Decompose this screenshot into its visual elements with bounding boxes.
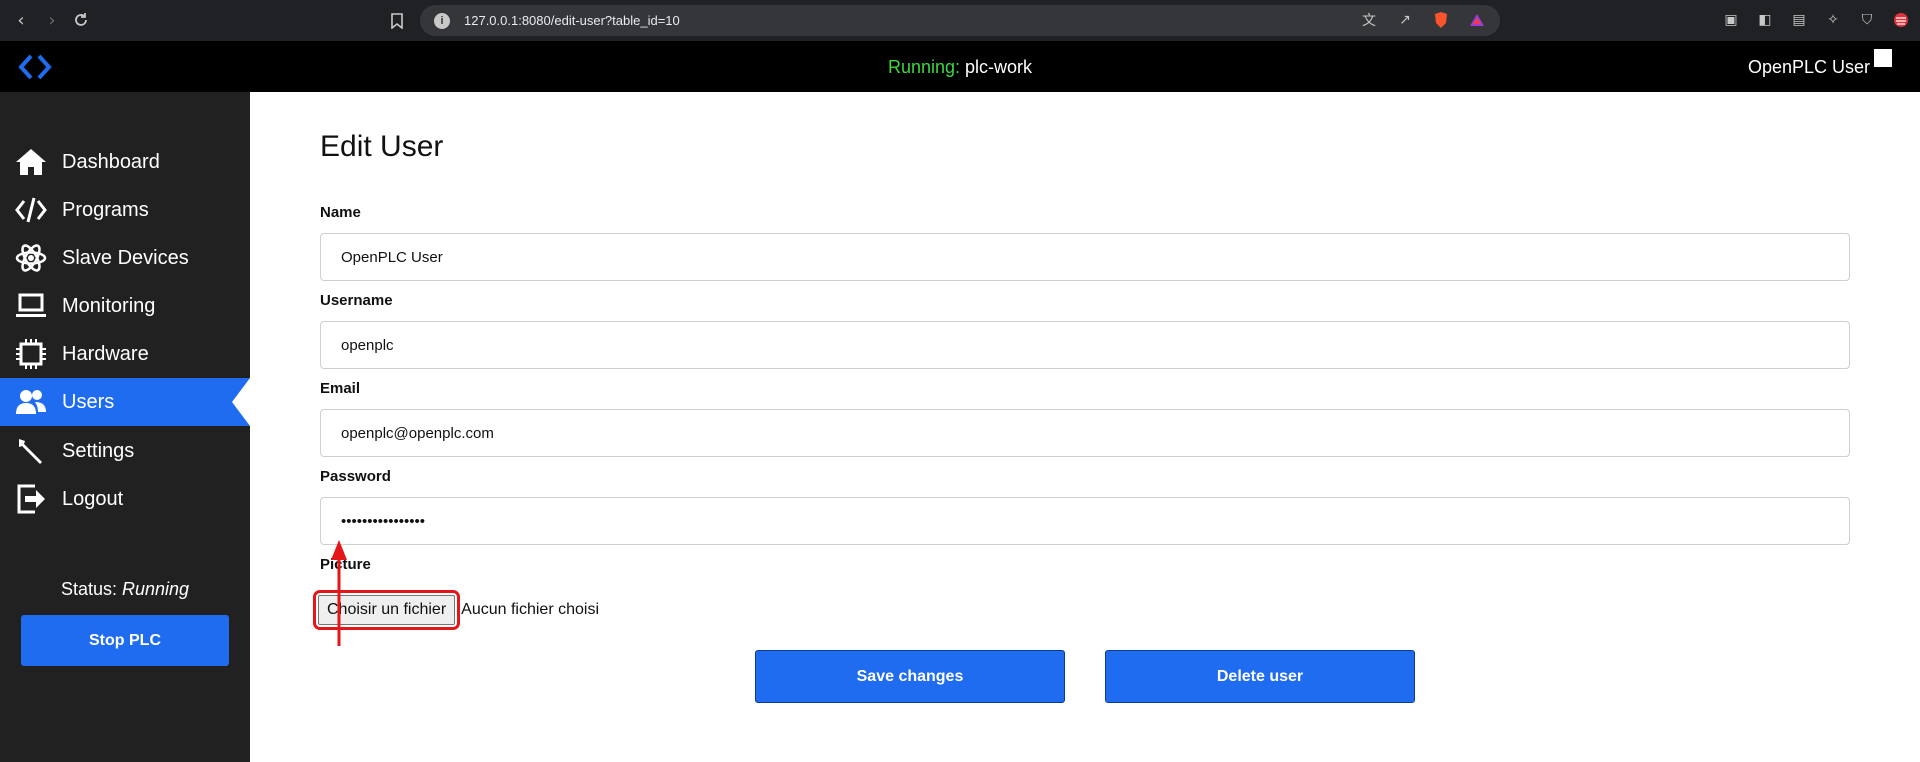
main-content: Edit User Name Username Email Password P… [250, 92, 1920, 762]
chip-icon [15, 338, 47, 370]
email-label: Email [320, 380, 361, 397]
reload-icon[interactable] [70, 9, 92, 31]
page-title: Edit User [320, 130, 444, 163]
file-status-text: Aucun fichier choisi [461, 601, 599, 618]
username-label: Username [320, 292, 393, 309]
wallet-icon[interactable]: ▤ [1790, 11, 1808, 29]
save-changes-button[interactable]: Save changes [755, 650, 1065, 703]
code-icon [15, 194, 47, 226]
bookmark-icon[interactable] [386, 10, 408, 32]
sidebar: Dashboard Programs Slave Devices Monitor… [0, 92, 250, 762]
password-label: Password [320, 468, 391, 485]
sidebar-item-label: Hardware [62, 342, 149, 365]
sidebar-icon[interactable]: ◧ [1756, 11, 1774, 29]
back-icon[interactable]: ‹ [10, 9, 32, 31]
annotation-arrow-icon [331, 540, 347, 646]
sidebar-item-programs[interactable]: Programs [0, 186, 250, 234]
plc-status: Status: Running [0, 579, 250, 600]
run-label: Running: [887, 57, 961, 77]
vpn-shield-icon[interactable]: ⛉ [1858, 11, 1876, 29]
status-label: Status: [60, 579, 117, 599]
wrench-icon [15, 435, 47, 467]
active-indicator [232, 378, 250, 426]
sidebar-item-label: Programs [62, 198, 149, 221]
brave-shield-icon[interactable] [1432, 11, 1450, 29]
stop-plc-button[interactable]: Stop PLC [21, 615, 229, 666]
share-icon[interactable]: ↗ [1396, 11, 1414, 29]
reader-mode-icon[interactable]: ▣ [1722, 11, 1740, 29]
delete-user-button[interactable]: Delete user [1105, 650, 1415, 703]
users-icon [15, 386, 47, 418]
extension-icon[interactable] [1892, 11, 1910, 29]
sidebar-item-dashboard[interactable]: Dashboard [0, 138, 250, 186]
rewards-icon[interactable] [1468, 11, 1486, 29]
sidebar-item-logout[interactable]: Logout [0, 475, 250, 523]
site-info-icon[interactable]: i [434, 12, 450, 29]
forward-icon[interactable]: › [41, 9, 63, 31]
sidebar-item-slave-devices[interactable]: Slave Devices [0, 234, 250, 282]
sidebar-item-label: Dashboard [62, 150, 160, 173]
laptop-icon [15, 290, 47, 322]
user-avatar-icon[interactable] [1874, 49, 1892, 67]
sidebar-item-label: Settings [62, 439, 135, 462]
sidebar-item-label: Slave Devices [62, 246, 189, 269]
picture-file-input: Choisir un fichier Aucun fichier choisi [312, 590, 599, 630]
atom-icon [15, 242, 47, 274]
address-bar[interactable]: i 127.0.0.1:8080/edit-user?table_id=10 文… [420, 5, 1500, 36]
sidebar-item-users[interactable]: Users [0, 378, 250, 426]
sidebar-item-label: Logout [62, 487, 124, 510]
sidebar-item-monitoring[interactable]: Monitoring [0, 282, 250, 330]
sidebar-item-label: Users [62, 390, 115, 413]
home-icon [15, 146, 47, 178]
browser-toolbar: ‹ › i 127.0.0.1:8080/edit-user?table_id=… [0, 0, 1920, 41]
status-value: Running [121, 579, 190, 599]
password-field[interactable] [320, 497, 1850, 545]
sidebar-item-settings[interactable]: Settings [0, 427, 250, 475]
sidebar-item-label: Monitoring [62, 294, 156, 317]
name-label: Name [320, 204, 361, 221]
translate-icon[interactable]: 文 [1360, 11, 1378, 29]
current-user-name[interactable]: OpenPLC User [1748, 57, 1870, 78]
name-field[interactable] [320, 233, 1850, 281]
leo-ai-icon[interactable]: ✧ [1824, 11, 1842, 29]
url-text: 127.0.0.1:8080/edit-user?table_id=10 [464, 13, 680, 28]
username-field[interactable] [320, 321, 1850, 369]
sidebar-item-hardware[interactable]: Hardware [0, 330, 250, 378]
email-field[interactable] [320, 409, 1850, 457]
app-header: Running: plc-work OpenPLC User [0, 41, 1920, 92]
logout-icon [15, 483, 47, 515]
program-name: plc-work [965, 57, 1033, 77]
plc-run-status: Running: plc-work [0, 57, 1920, 78]
